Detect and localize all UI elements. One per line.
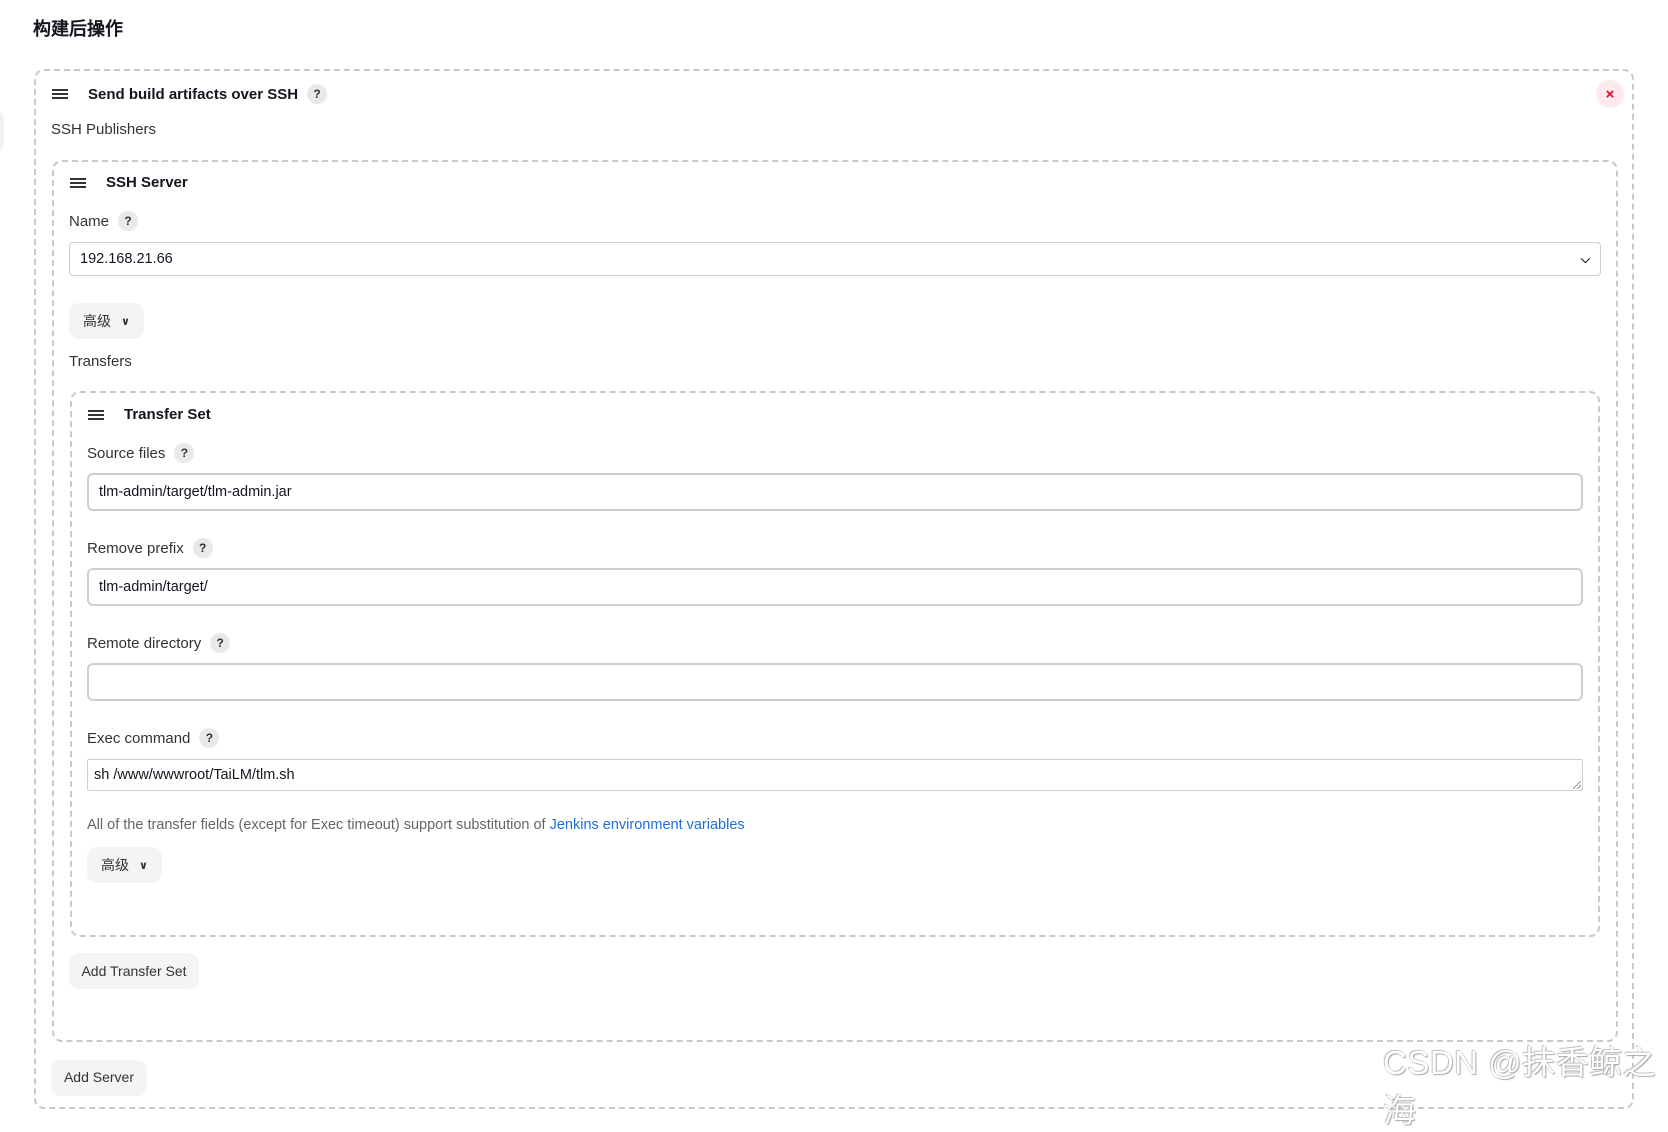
help-icon[interactable]: ? — [174, 443, 195, 463]
publisher-header: Send build artifacts over SSH ? — [52, 84, 328, 104]
drag-handle-icon[interactable] — [88, 409, 104, 421]
advanced-label: 高级 — [83, 313, 112, 329]
help-icon[interactable]: ? — [307, 84, 328, 104]
chevron-down-icon: ∨ — [121, 315, 130, 328]
exec-command-textarea[interactable]: sh /www/wwwroot/TaiLM/tlm.sh — [87, 759, 1583, 791]
watermark: CSDN @抹香鲸之海 — [1383, 1044, 1657, 1129]
name-label-text: Name — [69, 212, 110, 230]
add-transfer-set-label: Add Transfer Set — [81, 963, 187, 979]
publisher-title: Send build artifacts over SSH — [88, 85, 299, 103]
server-name-value: 192.168.21.66 — [80, 251, 173, 267]
delete-publisher-button[interactable]: × — [1596, 80, 1624, 108]
chevron-down-icon: ∨ — [139, 859, 148, 872]
transfer-set-advanced-button[interactable]: 高级 ∨ — [87, 847, 162, 883]
server-advanced-button[interactable]: 高级 ∨ — [69, 303, 144, 339]
ssh-server-header: SSH Server — [70, 174, 188, 191]
exec-command-value: sh /www/wwwroot/TaiLM/tlm.sh — [94, 767, 295, 783]
remove-prefix-input[interactable]: tlm-admin/target/ — [87, 568, 1583, 606]
help-icon[interactable]: ? — [210, 633, 231, 653]
source-files-value: tlm-admin/target/tlm-admin.jar — [99, 484, 292, 500]
exec-command-label: Exec command ? — [87, 728, 220, 748]
help-icon[interactable]: ? — [118, 211, 139, 231]
remote-directory-input[interactable] — [87, 663, 1583, 701]
transfer-set-header: Transfer Set — [88, 406, 211, 423]
ssh-publishers-label: SSH Publishers — [51, 121, 157, 138]
help-icon[interactable]: ? — [199, 728, 220, 748]
ssh-server-title: SSH Server — [106, 174, 188, 191]
remote-directory-label-text: Remote directory — [87, 634, 202, 652]
jenkins-env-vars-link[interactable]: Jenkins environment variables — [550, 817, 745, 833]
exec-command-label-text: Exec command — [87, 729, 191, 747]
transfer-set-title: Transfer Set — [124, 406, 211, 423]
drag-handle-icon[interactable] — [52, 88, 68, 100]
drag-handle-icon[interactable] — [70, 177, 86, 189]
advanced-label: 高级 — [101, 857, 130, 873]
add-transfer-set-button[interactable]: Add Transfer Set — [69, 953, 199, 989]
remove-prefix-value: tlm-admin/target/ — [99, 579, 208, 595]
substitution-hint: All of the transfer fields (except for E… — [87, 817, 745, 833]
hint-text: All of the transfer fields (except for E… — [87, 817, 550, 833]
name-label: Name ? — [69, 211, 139, 231]
chevron-down-icon: ⌵ — [1580, 251, 1590, 266]
source-files-input[interactable]: tlm-admin/target/tlm-admin.jar — [87, 473, 1583, 511]
close-icon: × — [1605, 85, 1615, 103]
source-files-label: Source files ? — [87, 443, 195, 463]
resize-handle-icon[interactable] — [1573, 781, 1581, 789]
remove-prefix-label-text: Remove prefix — [87, 539, 184, 557]
remote-directory-label: Remote directory ? — [87, 633, 231, 653]
side-tab — [0, 112, 4, 150]
server-name-select[interactable]: 192.168.21.66 ⌵ — [69, 242, 1601, 276]
section-title: 构建后操作 — [33, 19, 123, 39]
remove-prefix-label: Remove prefix ? — [87, 538, 213, 558]
help-icon[interactable]: ? — [192, 538, 213, 558]
source-files-label-text: Source files — [87, 444, 166, 462]
add-server-button[interactable]: Add Server — [51, 1060, 147, 1096]
transfers-label: Transfers — [69, 353, 132, 370]
